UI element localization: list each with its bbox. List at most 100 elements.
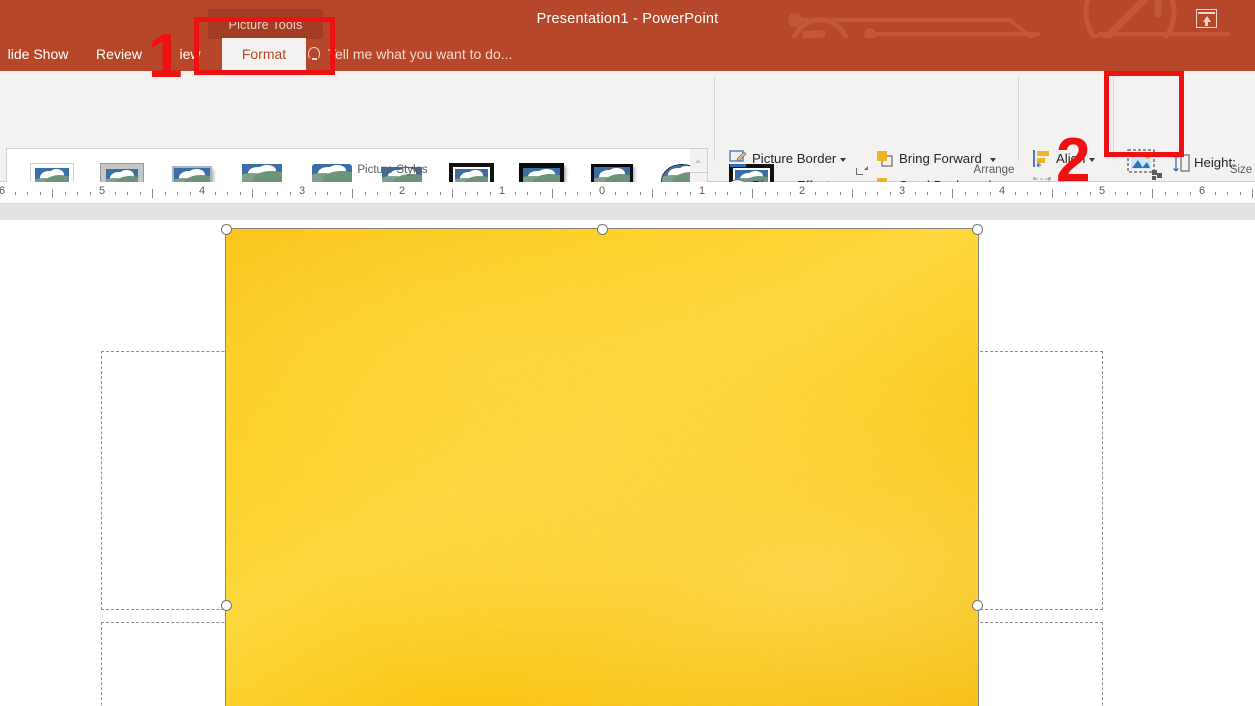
ruler-minor-tick <box>640 192 641 195</box>
ruler-minor-tick <box>690 192 691 195</box>
ruler-half-tick <box>52 189 53 198</box>
ruler-minor-tick <box>290 192 291 195</box>
annotation-box-crop <box>1104 71 1184 157</box>
ruler-half-tick <box>252 189 253 198</box>
ruler-minor-tick <box>490 192 491 195</box>
ruler-minor-tick <box>540 192 541 195</box>
handle-top-right[interactable] <box>972 224 983 235</box>
ruler-minor-tick <box>327 192 328 195</box>
annotation-number-1: 1 <box>148 26 182 88</box>
powerpoint-window: Presentation1 - PowerPoint Picture Tools… <box>0 0 1255 706</box>
ruler-minor-tick <box>1227 192 1228 195</box>
ruler-minor-tick <box>465 192 466 195</box>
ruler-half-tick <box>352 189 353 198</box>
ruler-minor-tick <box>977 192 978 195</box>
ruler-minor-tick <box>27 192 28 195</box>
ruler-number: 2 <box>393 185 411 197</box>
ruler-number: 3 <box>893 185 911 197</box>
ruler-minor-tick <box>240 192 241 195</box>
picture-border-button[interactable]: Picture Border <box>728 148 846 170</box>
handle-middle-right[interactable] <box>972 600 983 611</box>
tab-slide-show[interactable]: lide Show <box>0 38 76 71</box>
ribbon-display-options-icon[interactable] <box>1196 9 1217 28</box>
ruler-number: 5 <box>93 185 111 197</box>
selected-picture[interactable] <box>226 229 978 706</box>
ruler-minor-tick <box>727 192 728 195</box>
ruler-minor-tick <box>515 192 516 195</box>
group-separator-picture-styles <box>714 77 715 161</box>
ruler-minor-tick <box>1165 192 1166 195</box>
ruler-minor-tick <box>1027 192 1028 195</box>
handle-middle-left[interactable] <box>221 600 232 611</box>
picture-styles-dialog-launcher[interactable] <box>855 164 868 177</box>
ruler-minor-tick <box>1240 192 1241 195</box>
ruler-half-tick <box>752 189 753 198</box>
ruler-minor-tick <box>915 192 916 195</box>
ruler-band <box>0 204 1255 220</box>
ruler-minor-tick <box>1015 192 1016 195</box>
tell-me-input[interactable]: Tell me what you want to do... <box>328 38 512 71</box>
ruler-minor-tick <box>777 192 778 195</box>
ruler-half-tick <box>452 189 453 198</box>
gallery-scroll-up-button[interactable] <box>690 149 707 173</box>
ruler-half-tick <box>952 189 953 198</box>
ruler-number: 1 <box>693 185 711 197</box>
ruler-minor-tick <box>340 192 341 195</box>
ruler-minor-tick <box>577 192 578 195</box>
ruler-half-tick <box>1152 189 1153 198</box>
ruler-minor-tick <box>1140 192 1141 195</box>
ruler-minor-tick <box>415 192 416 195</box>
ruler-minor-tick <box>190 192 191 195</box>
ruler-half-tick <box>152 189 153 198</box>
picture-texture <box>226 229 978 706</box>
ruler-minor-tick <box>77 192 78 195</box>
group-label-arrange: Arrange <box>930 162 1058 178</box>
ruler-number: 4 <box>193 185 211 197</box>
ruler-minor-tick <box>277 192 278 195</box>
ruler-minor-tick <box>527 192 528 195</box>
ruler-minor-tick <box>165 192 166 195</box>
ruler-minor-tick <box>1215 192 1216 195</box>
ruler-minor-tick <box>1040 192 1041 195</box>
ruler-minor-tick <box>140 192 141 195</box>
slide-canvas[interactable] <box>0 220 1255 706</box>
ruler-number: 0 <box>593 185 611 197</box>
ruler-number: 2 <box>793 185 811 197</box>
ruler-minor-tick <box>965 192 966 195</box>
group-separator-arrange <box>1018 77 1019 161</box>
ruler-minor-tick <box>590 192 591 195</box>
ruler-minor-tick <box>377 192 378 195</box>
ruler-half-tick <box>1252 189 1253 198</box>
ruler-number: 4 <box>993 185 1011 197</box>
ruler-minor-tick <box>840 192 841 195</box>
annotation-number-2: 2 <box>1056 130 1090 192</box>
ruler-minor-tick <box>1177 192 1178 195</box>
ruler-minor-tick <box>227 192 228 195</box>
ruler-minor-tick <box>215 192 216 195</box>
tab-review[interactable]: Review <box>88 38 150 71</box>
ruler-minor-tick <box>115 192 116 195</box>
ruler-minor-tick <box>740 192 741 195</box>
ruler-minor-tick <box>127 192 128 195</box>
ruler-minor-tick <box>927 192 928 195</box>
picture-border-icon <box>729 150 747 168</box>
group-label-size: Size <box>1210 162 1255 178</box>
ruler-half-tick <box>652 189 653 198</box>
ruler-minor-tick <box>677 192 678 195</box>
ruler-minor-tick <box>940 192 941 195</box>
annotation-box-format-tab <box>194 17 335 75</box>
ruler-minor-tick <box>815 192 816 195</box>
ruler-number: 5 <box>1093 185 1111 197</box>
handle-top-center[interactable] <box>597 224 608 235</box>
ruler-minor-tick <box>765 192 766 195</box>
title-bar: Presentation1 - PowerPoint <box>0 0 1255 38</box>
ruler-half-tick <box>552 189 553 198</box>
ruler-minor-tick <box>177 192 178 195</box>
ruler-minor-tick <box>715 192 716 195</box>
ruler-number: 6 <box>1193 185 1211 197</box>
ruler-minor-tick <box>1190 192 1191 195</box>
handle-top-left[interactable] <box>221 224 232 235</box>
picture-border-label: Picture Border <box>752 151 836 166</box>
ruler-minor-tick <box>315 192 316 195</box>
ruler-minor-tick <box>390 192 391 195</box>
